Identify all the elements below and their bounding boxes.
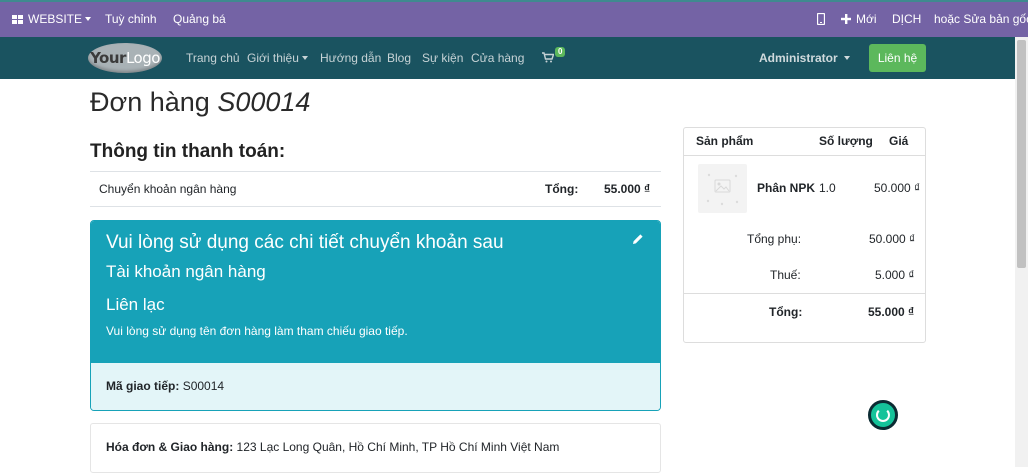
bank-account-label: Tài khoản ngân hàng bbox=[106, 262, 266, 281]
address-label: Hóa đơn & Giao hàng: bbox=[106, 440, 234, 454]
mobile-icon bbox=[816, 12, 826, 26]
pencil-icon[interactable] bbox=[632, 233, 644, 245]
cart-count-badge: 0 bbox=[555, 47, 566, 57]
nav-item-guide[interactable]: Hướng dẫn bbox=[320, 37, 381, 79]
order-reference: S00014 bbox=[217, 87, 311, 117]
mobile-preview-button[interactable] bbox=[816, 2, 826, 37]
contact-button[interactable]: Liên hệ bbox=[869, 44, 926, 72]
summary-header: Sản phẩm Số lượng Giá bbox=[684, 128, 925, 156]
transfer-details-card: Vui lòng sử dụng các chi tiết chuyển kho… bbox=[90, 220, 661, 411]
payment-section-title: Thông tin thanh toán: bbox=[90, 141, 286, 162]
cart-icon bbox=[542, 52, 555, 63]
plus-icon bbox=[841, 14, 851, 24]
grammarly-icon[interactable] bbox=[868, 400, 898, 430]
payment-row: Chuyển khoản ngân hàng Tổng: 55.000 ₫ bbox=[90, 171, 661, 207]
grid-icon bbox=[12, 15, 23, 24]
user-menu[interactable]: Administrator bbox=[759, 37, 850, 79]
cart-link[interactable]: 0 bbox=[542, 37, 566, 79]
col-product: Sản phẩm bbox=[696, 134, 754, 148]
payment-total-label: Tổng: bbox=[545, 182, 579, 196]
nav-item-events[interactable]: Sự kiện bbox=[422, 37, 463, 79]
summary-total-label: Tổng: bbox=[769, 305, 803, 319]
website-menu-label: WEBSITE bbox=[28, 12, 83, 26]
payment-total-value: 55.000 ₫ bbox=[604, 182, 651, 196]
new-button-label: Mới bbox=[856, 12, 877, 26]
summary-divider bbox=[684, 293, 925, 294]
address-card: Hóa đơn & Giao hàng: 123 Lạc Long Quân, … bbox=[90, 423, 661, 473]
main-navbar: YourLogo Trang chủ Giới thiệu Hướng dẫn … bbox=[0, 37, 1028, 79]
scrollbar-thumb[interactable] bbox=[1017, 40, 1026, 268]
tax-value: 5.000 ₫ bbox=[875, 268, 915, 282]
nav-item-about[interactable]: Giới thiệu bbox=[247, 37, 308, 79]
transfer-heading: Vui lòng sử dụng các chi tiết chuyển kho… bbox=[106, 232, 504, 253]
promote-menu[interactable]: Quảng bá bbox=[173, 2, 226, 37]
product-price: 50.000 ₫ bbox=[874, 181, 921, 195]
contact-heading: Liên lạc bbox=[106, 295, 165, 314]
chevron-down-icon bbox=[843, 56, 850, 60]
editor-topbar: WEBSITE Tuỳ chỉnh Quảng bá Mới DỊCH hoặc… bbox=[0, 0, 1028, 37]
communication-row: Mã giao tiếp: S00014 bbox=[91, 363, 660, 410]
website-menu[interactable]: WEBSITE bbox=[12, 2, 92, 37]
product-name[interactable]: Phân NPK bbox=[757, 181, 815, 195]
nav-item-shop[interactable]: Cửa hàng bbox=[471, 37, 524, 79]
summary-total-value: 55.000 ₫ bbox=[868, 305, 915, 319]
order-summary: Sản phẩm Số lượng Giá Phân NPK 1.0 50.00… bbox=[683, 127, 926, 343]
subtotal-value: 50.000 ₫ bbox=[869, 232, 916, 246]
subtotal-label: Tổng phụ: bbox=[747, 232, 802, 246]
payment-method: Chuyển khoản ngân hàng bbox=[99, 182, 237, 196]
col-quantity: Số lượng bbox=[819, 134, 873, 148]
page-title: Đơn hàng S00014 bbox=[90, 87, 311, 117]
communication-value: S00014 bbox=[182, 379, 225, 393]
customize-menu[interactable]: Tuỳ chỉnh bbox=[105, 2, 157, 37]
grammarly-glyph bbox=[876, 408, 890, 422]
site-logo[interactable]: YourLogo bbox=[88, 43, 162, 73]
col-price: Giá bbox=[889, 134, 909, 148]
communication-label: Mã giao tiếp: bbox=[106, 379, 180, 393]
nav-item-home[interactable]: Trang chủ bbox=[186, 37, 240, 79]
product-image-placeholder bbox=[706, 173, 739, 206]
contact-note: Vui lòng sử dụng tên đơn hàng làm tham c… bbox=[106, 324, 408, 338]
transfer-details-body: Vui lòng sử dụng các chi tiết chuyển kho… bbox=[91, 221, 660, 363]
tax-label: Thuế: bbox=[770, 268, 801, 282]
product-quantity: 1.0 bbox=[819, 181, 836, 195]
address-value: 123 Lạc Long Quân, Hồ Chí Minh, TP Hồ Ch… bbox=[236, 440, 560, 454]
chevron-down-icon bbox=[85, 17, 92, 21]
edit-original-link[interactable]: hoặc Sửa bản gốc bbox=[934, 2, 1028, 37]
product-image bbox=[698, 164, 747, 213]
translate-button[interactable]: DỊCH bbox=[892, 2, 921, 37]
new-button[interactable]: Mới bbox=[841, 2, 877, 37]
chevron-down-icon bbox=[301, 56, 308, 60]
nav-item-blog[interactable]: Blog bbox=[387, 37, 411, 79]
